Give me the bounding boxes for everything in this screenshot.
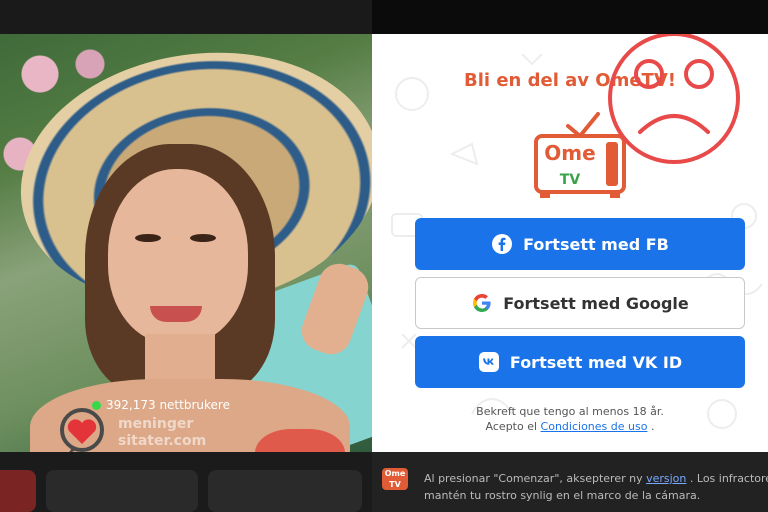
sad-face-icon	[608, 34, 740, 164]
terms-notice-text: Al presionar "Comenzar", aksepterer ny v…	[424, 470, 768, 504]
terms-link[interactable]: Condiciones de uso	[541, 420, 648, 433]
top-bar-left	[0, 0, 372, 34]
continue-google-button[interactable]: Fortsett med Google	[415, 277, 745, 329]
terms-prefix: Acepto el	[485, 420, 541, 433]
vk-icon	[478, 351, 500, 373]
ometv-mini-logo-icon: Ome TV	[382, 468, 408, 490]
continue-facebook-label: Fortsett med FB	[523, 234, 669, 254]
notice-prefix: Al presionar "Comenzar", aksepterer ny	[424, 472, 647, 485]
terms-notice: Ome TV Al presionar "Comenzar", aksepter…	[372, 452, 768, 512]
terms-suffix: .	[647, 420, 655, 433]
top-bar	[0, 0, 768, 34]
heart-logo-icon	[60, 408, 104, 454]
google-icon	[471, 292, 493, 314]
logo-text-ome: Ome	[544, 141, 595, 165]
continue-facebook-button[interactable]: Fortsett med FB	[415, 218, 745, 270]
logo-text-tv: TV	[560, 172, 581, 188]
partner-video	[0, 34, 372, 452]
bottom-card[interactable]	[208, 470, 362, 512]
age-confirmation-line1: Bekreft que tengo al menos 18 år.	[476, 405, 664, 418]
left-eye	[135, 234, 161, 242]
watermark-line1: meninger	[118, 416, 194, 432]
right-eye	[190, 234, 216, 242]
continue-vk-button[interactable]: Fortsett med VK ID	[415, 336, 745, 388]
age-confirmation-line2: Acepto el Condiciones de uso .	[372, 419, 768, 434]
age-confirmation: Bekreft que tengo al menos 18 år. Acepto…	[372, 404, 768, 434]
watermark-line2: sitater.com	[118, 433, 207, 449]
continue-vk-label: Fortsett med VK ID	[509, 352, 683, 372]
bottom-card-red[interactable]	[0, 470, 36, 512]
terms-notice-line1: Al presionar "Comenzar", aksepterer ny v…	[424, 470, 768, 487]
notice-suffix: . Los infractores de las	[689, 472, 768, 485]
continue-google-label: Fortsett med Google	[503, 293, 689, 313]
bottom-card[interactable]	[46, 470, 198, 512]
watermark-text: meninger sitater.com	[118, 416, 206, 450]
facebook-icon	[491, 233, 513, 255]
smile	[150, 306, 202, 322]
version-link[interactable]: versjon	[646, 472, 686, 485]
login-panel: Bli en del av OmeTV! Ome TV Fortsett med…	[372, 34, 768, 452]
terms-notice-line2: mantén tu rostro synlig en el marco de l…	[424, 489, 701, 502]
